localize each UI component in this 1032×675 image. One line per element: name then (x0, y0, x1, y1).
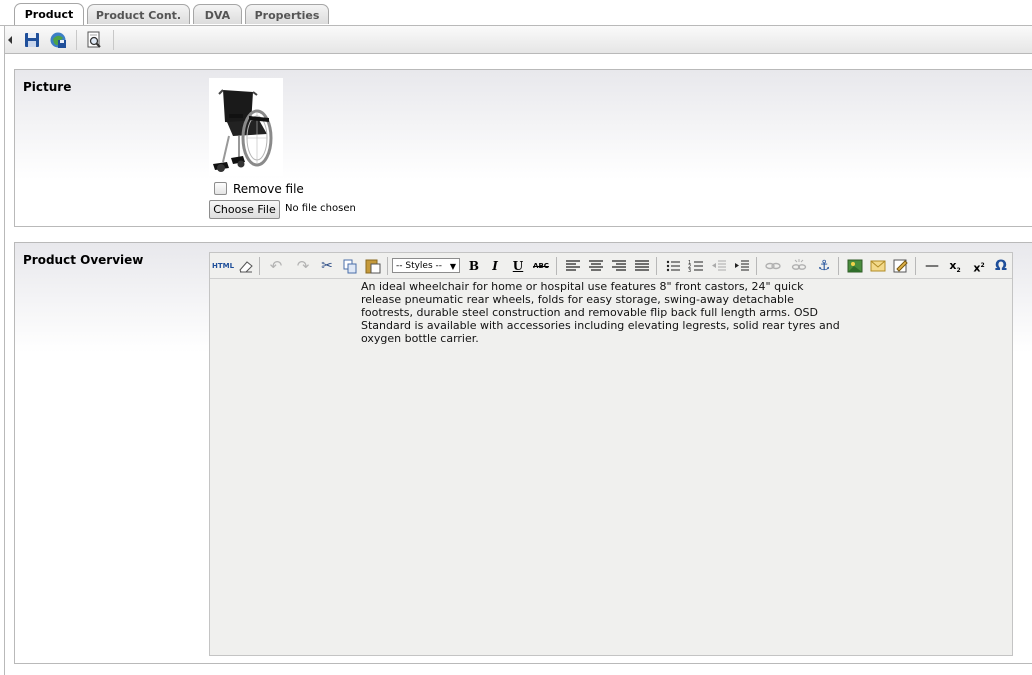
overview-panel: Product Overview HTML ↶ ↷ ✂ -- Styles --… (14, 242, 1032, 664)
copy-icon[interactable] (341, 258, 359, 274)
editor-content[interactable]: An ideal wheelchair for home or hospital… (361, 280, 871, 345)
paste-icon[interactable] (364, 258, 382, 274)
toolbar-separator (76, 30, 77, 50)
editor-separator (915, 257, 916, 275)
editor-separator (838, 257, 839, 275)
tab-product[interactable]: Product (14, 3, 84, 25)
product-image[interactable] (209, 78, 283, 176)
svg-text:3: 3 (688, 268, 691, 274)
unlink-icon[interactable] (790, 258, 808, 274)
subscript-icon[interactable]: x2 (946, 258, 964, 274)
bold-icon[interactable]: B (465, 258, 483, 274)
content-line: footrests, durable steel construction an… (361, 306, 818, 319)
preview-icon[interactable] (85, 31, 103, 49)
edit-form-icon[interactable] (892, 258, 910, 274)
styles-select[interactable]: -- Styles -- ▼ (392, 258, 460, 273)
content-line: An ideal wheelchair for home or hospital… (361, 280, 804, 293)
undo-icon[interactable]: ↶ (267, 258, 285, 274)
eraser-icon[interactable] (237, 258, 255, 274)
indent-icon[interactable] (733, 258, 751, 274)
editor-separator (556, 257, 557, 275)
align-left-icon[interactable] (564, 258, 582, 274)
strikethrough-icon[interactable]: ABC (532, 258, 550, 274)
rich-text-editor: HTML ↶ ↷ ✂ -- Styles -- ▼ B I U ABC 123 (209, 252, 1013, 656)
main-toolbar (4, 26, 1032, 54)
toolbar-separator (113, 30, 114, 50)
special-character-icon[interactable]: Ω (992, 258, 1010, 274)
anchor-icon[interactable]: ⚓ (815, 258, 833, 274)
tab-properties[interactable]: Properties (245, 4, 329, 24)
link-icon[interactable] (764, 258, 782, 274)
editor-toolbar: HTML ↶ ↷ ✂ -- Styles -- ▼ B I U ABC 123 (210, 253, 1012, 279)
left-border (4, 53, 5, 675)
media-icon[interactable] (869, 258, 887, 274)
cut-icon[interactable]: ✂ (318, 258, 336, 274)
remove-file-label: Remove file (233, 182, 304, 196)
superscript-icon[interactable]: x2 (970, 258, 988, 275)
picture-label: Picture (23, 80, 72, 94)
tab-bar: Product Product Cont. DVA Properties (0, 0, 1032, 26)
content-line: Standard is available with accessories i… (361, 319, 840, 332)
styles-select-value: -- Styles -- (396, 261, 443, 271)
tab-dva[interactable]: DVA (193, 4, 242, 24)
align-center-icon[interactable] (587, 258, 605, 274)
editor-separator (259, 257, 260, 275)
italic-icon[interactable]: I (486, 258, 504, 274)
html-source-button[interactable]: HTML (212, 258, 234, 274)
image-icon[interactable] (846, 258, 864, 274)
editor-separator (756, 257, 757, 275)
outdent-icon[interactable] (710, 258, 728, 274)
choose-file-button[interactable]: Choose File (209, 200, 280, 219)
collapse-arrow-icon[interactable] (7, 36, 13, 44)
align-justify-icon[interactable] (633, 258, 651, 274)
bullet-list-icon[interactable] (664, 258, 682, 274)
editor-separator (656, 257, 657, 275)
overview-label: Product Overview (23, 253, 144, 267)
underline-icon[interactable]: U (509, 258, 527, 274)
horizontal-rule-icon[interactable]: — (923, 258, 941, 274)
save-icon[interactable] (23, 31, 41, 49)
save-close-icon[interactable] (49, 31, 67, 49)
chevron-down-icon: ▼ (449, 262, 456, 271)
remove-file-checkbox[interactable] (214, 182, 227, 195)
numbered-list-icon[interactable]: 123 (687, 258, 705, 274)
picture-panel: Picture Remove file Choose File No file … (14, 69, 1032, 227)
content-line: oxygen bottle carrier. (361, 332, 479, 345)
editor-separator (387, 257, 388, 275)
tab-product-cont[interactable]: Product Cont. (87, 4, 190, 24)
content-line: release pneumatic rear wheels, folds for… (361, 293, 794, 306)
align-right-icon[interactable] (610, 258, 628, 274)
redo-icon[interactable]: ↷ (294, 258, 312, 274)
no-file-text: No file chosen (285, 203, 356, 214)
